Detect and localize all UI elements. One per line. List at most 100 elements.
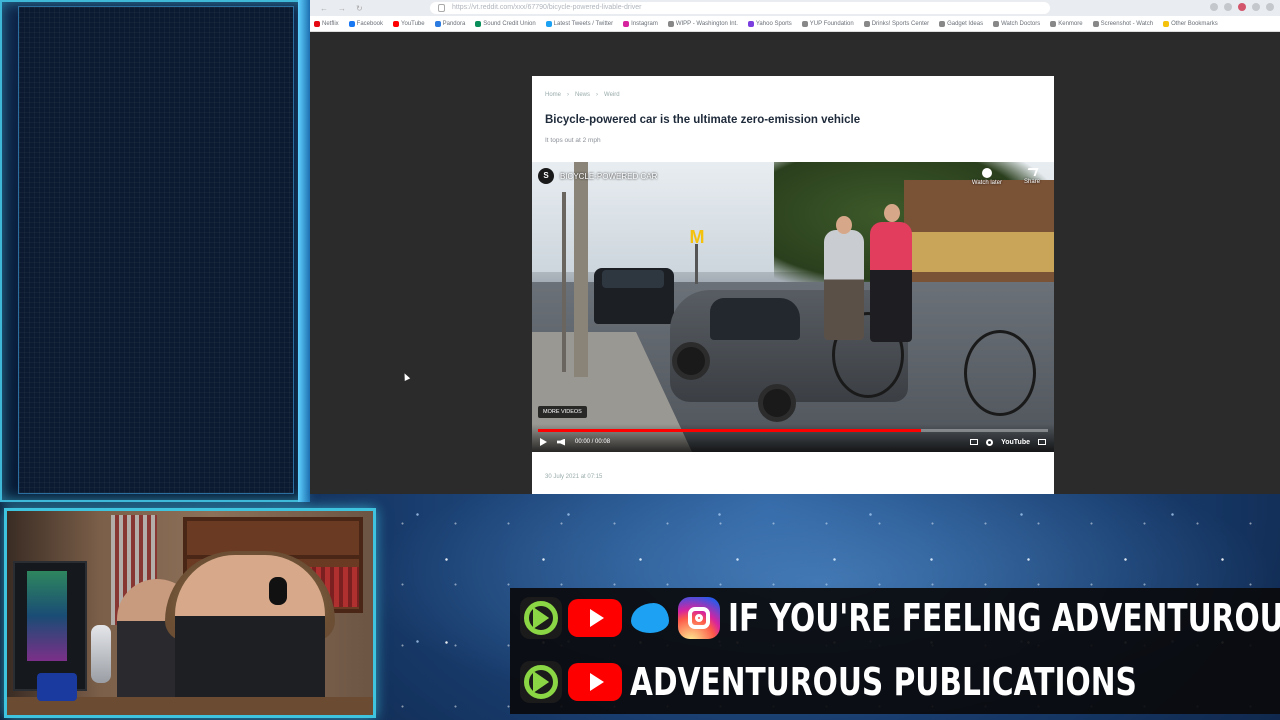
restaurant-logo: M (689, 227, 705, 247)
controls-right: YouTube (970, 438, 1046, 446)
video-scene-wheel (672, 342, 710, 380)
bookmark-item[interactable]: Latest Tweets / Twitter (545, 20, 613, 27)
webcam-pc-lights (27, 571, 67, 661)
youtube-play (589, 609, 604, 627)
instagram-ring (688, 607, 710, 629)
video-progress-fill (538, 429, 921, 432)
video-scene-car-window (710, 298, 800, 340)
browser-window: ← → ↻ https://vt.reddit.com/xxx/67790/bi… (310, 0, 1280, 494)
bookmark-favicon-icon (314, 20, 320, 27)
video-scene-sign-pole (695, 244, 698, 284)
side-panel-glow-edge (298, 0, 310, 502)
address-url: https://vt.reddit.com/xxx/67790/bicycle-… (452, 4, 642, 11)
video-scene-rider-head (884, 204, 900, 222)
extension-icon[interactable] (1210, 3, 1218, 11)
bookmark-item[interactable]: Gadget Ideas (939, 20, 983, 27)
banner-row-channel: IF YOU'RE FEELING ADVENTUROUS (520, 596, 1280, 640)
more-videos-button[interactable]: MORE VIDEOS (538, 406, 587, 418)
instagram-lens (695, 614, 703, 622)
share-button[interactable]: Share (1024, 168, 1040, 185)
bookmark-item[interactable]: Yahoo Sports (747, 20, 792, 27)
captions-icon[interactable] (970, 439, 979, 445)
video-controls: 00:00 / 00:08 YouTube (540, 436, 1046, 448)
breadcrumb: Home › News › Weird (545, 92, 620, 98)
bookmark-favicon-icon (667, 20, 674, 27)
webcam-feed (4, 508, 376, 718)
bookmark-favicon-icon (1050, 20, 1057, 27)
rumble-ring (524, 665, 558, 699)
breadcrumb-separator: › (567, 92, 570, 98)
twitter-icon (628, 598, 672, 638)
bookmark-favicon-icon (863, 20, 870, 27)
back-icon[interactable]: ← (320, 4, 328, 13)
extension-icon[interactable] (1252, 3, 1260, 11)
rumble-icon (520, 597, 562, 639)
twitter-bird (631, 603, 669, 633)
bookmark-item[interactable]: Pandora (434, 20, 465, 27)
fullscreen-icon[interactable] (1038, 439, 1046, 445)
bookmark-item[interactable]: Other Bookmarks (1163, 20, 1218, 27)
video-scene-porch (904, 232, 1054, 272)
article-subhead: It tops out at 2 mph (545, 137, 601, 144)
bookmark-favicon-icon (623, 20, 630, 27)
video-title[interactable]: BICYCLE-POWERED CAR (560, 172, 657, 181)
address-bar[interactable]: https://vt.reddit.com/xxx/67790/bicycle-… (430, 2, 1050, 14)
instagram-icon (678, 597, 720, 639)
bookmark-item[interactable]: Kenmore (1050, 20, 1083, 27)
share-icon (1025, 168, 1039, 176)
bookmark-item[interactable]: Instagram (623, 20, 658, 27)
gear-icon[interactable] (986, 438, 994, 446)
rumble-play (533, 671, 549, 693)
volume-icon[interactable] (557, 438, 565, 446)
rumble-play (533, 607, 549, 629)
bookmark-favicon-icon (993, 20, 1000, 27)
headphones-icon (269, 577, 287, 605)
bookmark-item[interactable]: Sound Credit Union (475, 20, 536, 27)
banner-publication-name: ADVENTUROUS PUBLICATIONS (630, 660, 1137, 704)
breadcrumb-item[interactable]: Home (545, 92, 561, 98)
bookmark-item[interactable]: WIPP - Washington Int. (667, 20, 738, 27)
bookmark-item[interactable]: Screenshot - Watch (1092, 20, 1153, 27)
bookmark-item[interactable]: YouTube (393, 20, 425, 27)
menu-icon[interactable] (1266, 3, 1274, 11)
browser-toolbar: ← → ↻ https://vt.reddit.com/xxx/67790/bi… (310, 0, 1280, 16)
webcam-mug (37, 673, 77, 701)
reload-icon[interactable]: ↻ (356, 4, 363, 13)
youtube-icon (568, 663, 622, 701)
watch-later-button[interactable]: Watch later (972, 168, 1002, 186)
video-scene-bike-wheel (964, 330, 1036, 416)
video-scene-rider-head (836, 216, 852, 234)
extension-icon[interactable] (1224, 3, 1232, 11)
page-content: Home › News › Weird Bicycle-powered car … (310, 32, 1280, 494)
breadcrumb-item[interactable]: News (575, 92, 590, 98)
bookmark-item[interactable]: Drinks! Sports Center (863, 20, 929, 27)
article-dateline: 30 July 2021 at 07:15 (545, 474, 603, 480)
video-time: 00:00 / 00:08 (575, 439, 611, 445)
article-card: Home › News › Weird Bicycle-powered car … (532, 76, 1054, 494)
bookmark-favicon-icon (747, 20, 754, 27)
bookmark-item[interactable]: YUP Foundation (801, 20, 854, 27)
profile-icon[interactable] (1238, 3, 1246, 11)
social-banner: IF YOU'RE FEELING ADVENTUROUS ADVENTUROU… (510, 588, 1280, 714)
video-scene-signpost (562, 192, 566, 372)
folder-icon (1163, 20, 1170, 27)
video-scene-rider (870, 222, 912, 342)
youtube-icon (568, 599, 622, 637)
video-progress-bar[interactable] (538, 429, 1048, 432)
youtube-logo[interactable]: YouTube (1001, 439, 1030, 446)
forward-icon[interactable]: → (338, 4, 346, 13)
bookmark-favicon-icon (1092, 20, 1099, 27)
breadcrumb-item[interactable]: Weird (604, 92, 620, 98)
bookmark-favicon-icon (434, 20, 441, 27)
play-icon[interactable] (540, 438, 547, 446)
mouse-cursor-icon (401, 372, 411, 381)
rumble-ring (524, 601, 558, 635)
webcam-person (175, 555, 325, 715)
bookmark-item[interactable]: Watch Doctors (993, 20, 1040, 27)
bookmark-item[interactable]: Netflix (314, 20, 339, 27)
banner-row-publications: ADVENTUROUS PUBLICATIONS (520, 660, 1280, 704)
video-player[interactable]: M S BICYCLE-POWERED CAR Watch later Shar… (532, 162, 1054, 452)
bookmark-item[interactable]: Facebook (348, 20, 383, 27)
channel-avatar-icon[interactable]: S (538, 168, 554, 184)
video-title-bar: S BICYCLE-POWERED CAR (538, 168, 657, 184)
